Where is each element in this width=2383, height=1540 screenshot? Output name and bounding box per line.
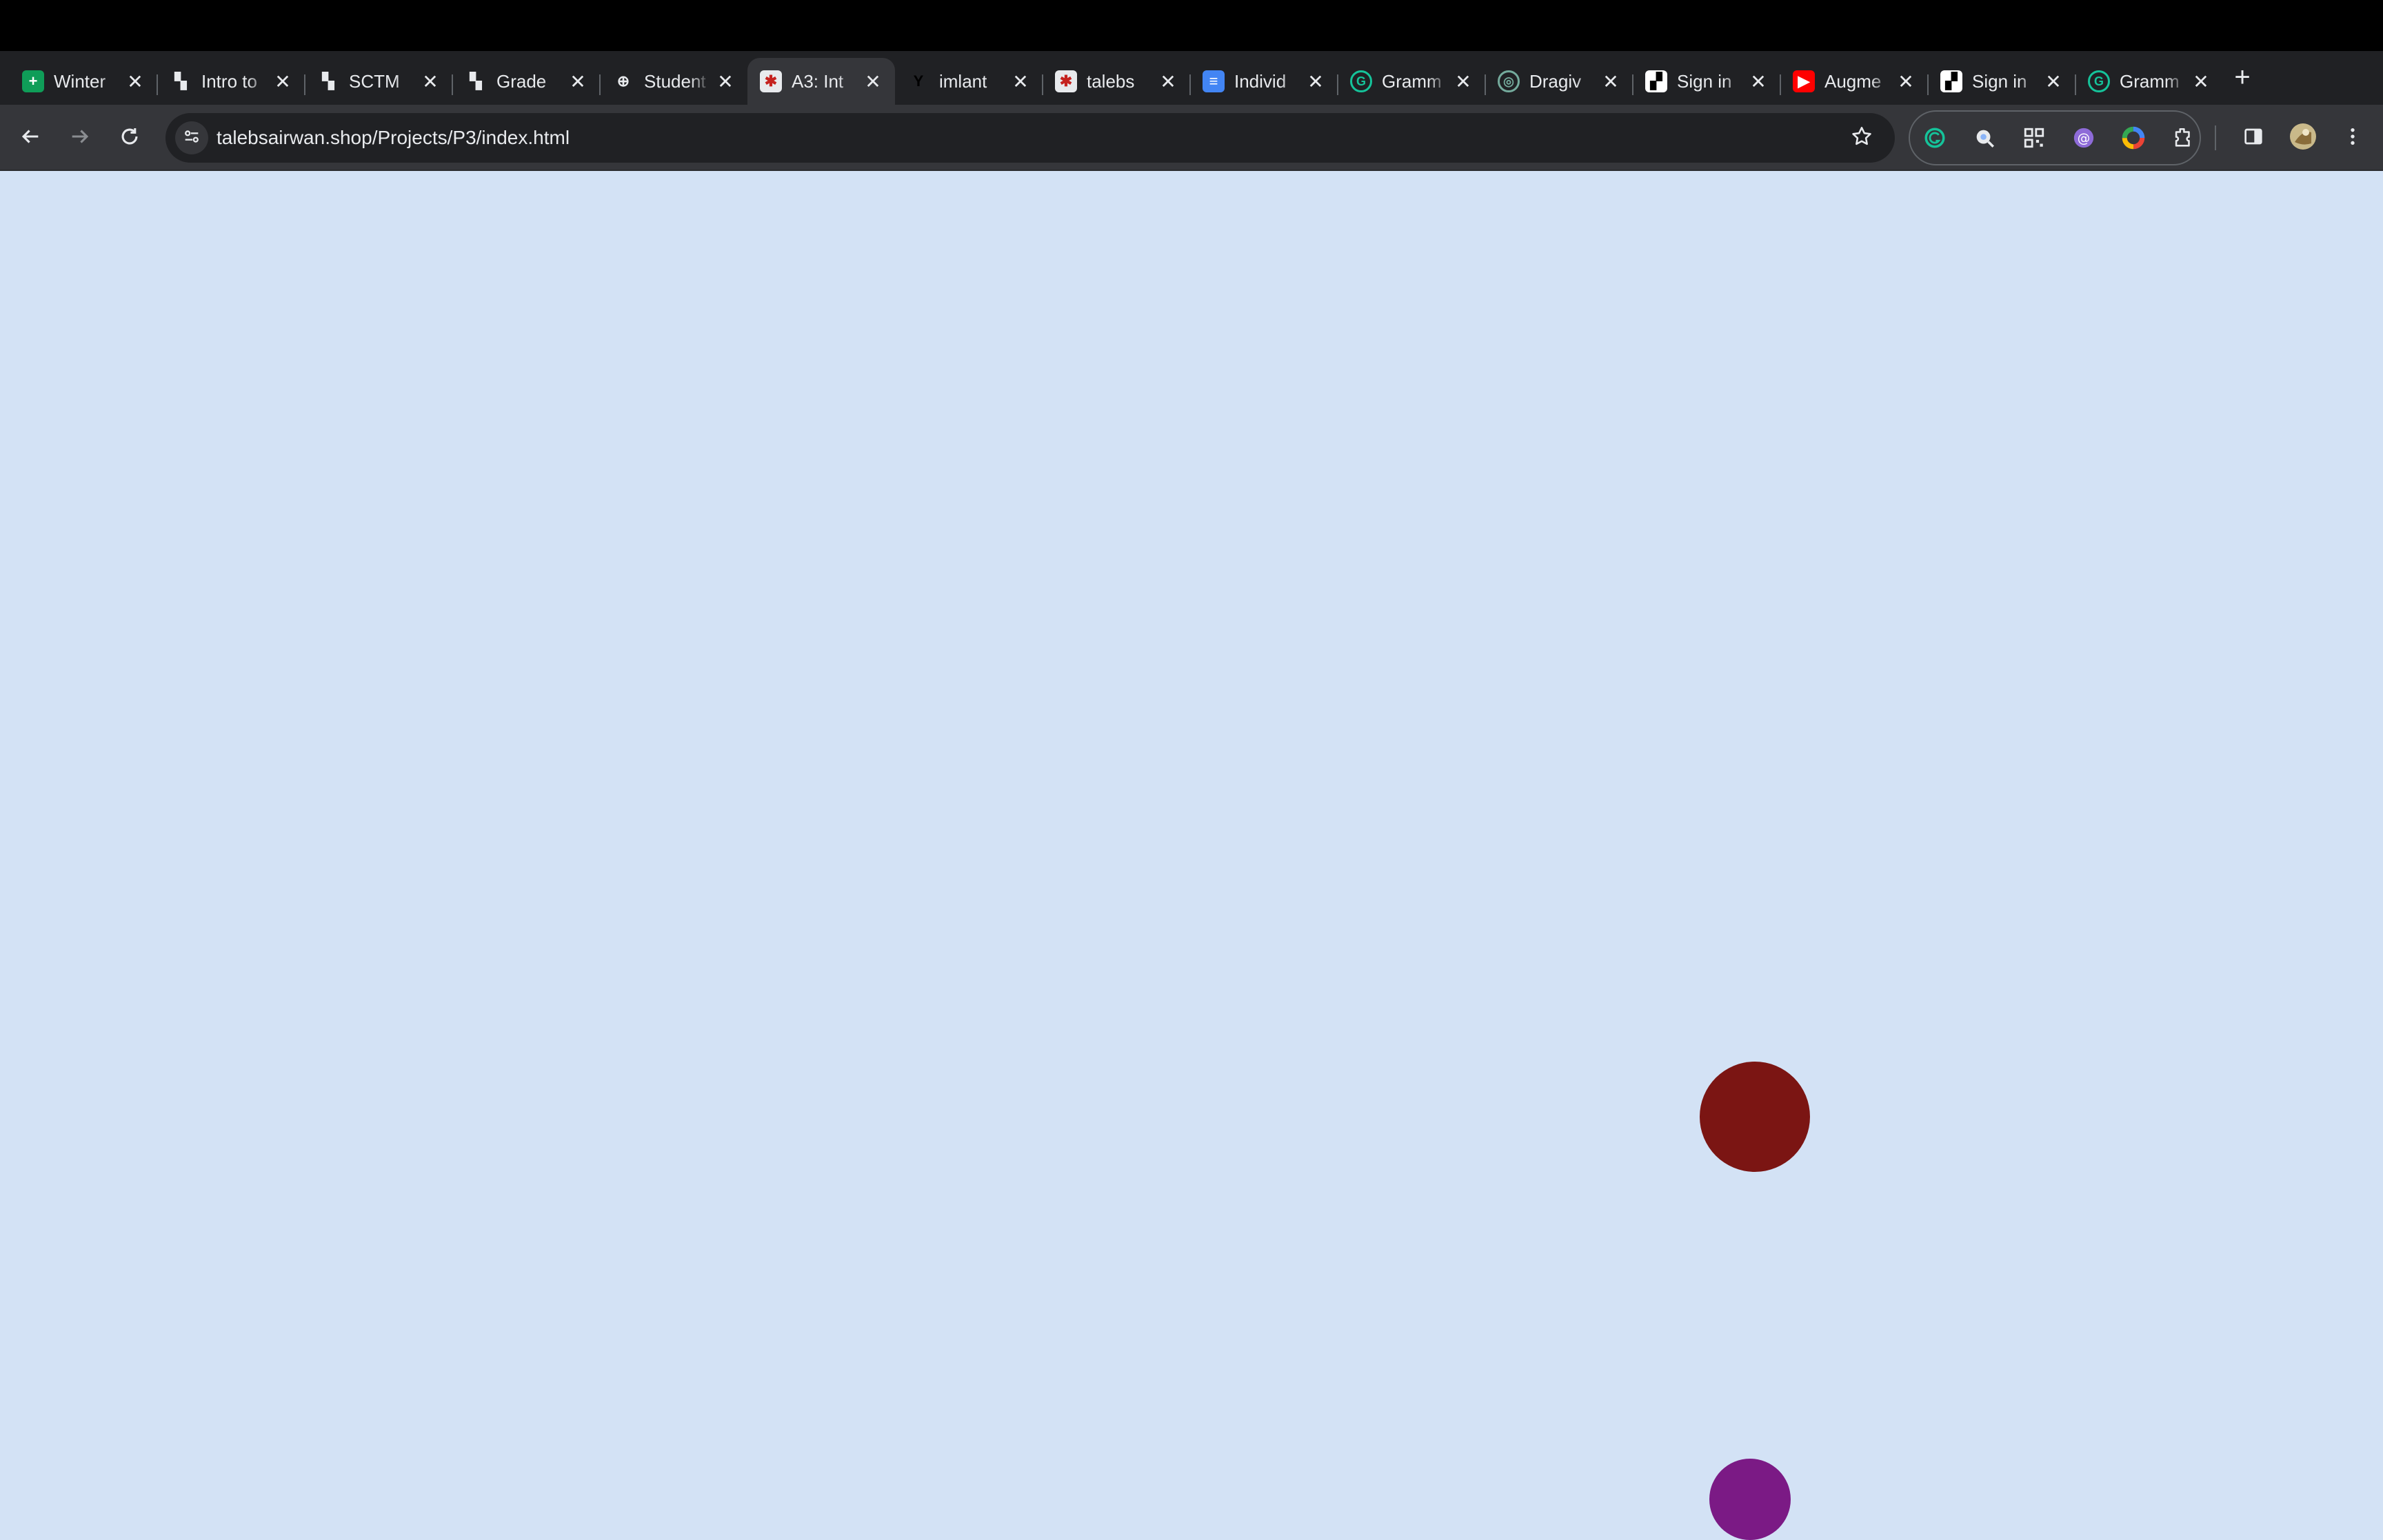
checker-icon: ▞ <box>1940 70 1962 92</box>
close-icon[interactable]: ✕ <box>1747 70 1769 92</box>
tab-title: A3: Int <box>792 70 844 92</box>
tab-3[interactable]: ▚ SCTM ✕ <box>305 58 452 105</box>
tab-title: Gramm <box>1382 70 1442 92</box>
tab-6[interactable]: ✱ A3: Int ✕ <box>747 58 895 105</box>
tab-title: Augme <box>1824 70 1882 92</box>
tab-title: SCTM <box>349 70 400 92</box>
close-icon[interactable]: ✕ <box>1157 70 1179 92</box>
tab-11[interactable]: ◎ Dragiv ✕ <box>1485 58 1633 105</box>
checker-icon: ▞ <box>1645 70 1667 92</box>
canvas-doc-icon: ▚ <box>322 72 334 90</box>
app-icon: ✱ <box>1055 70 1077 92</box>
app-icon: ✱ <box>760 70 782 92</box>
tab-13[interactable]: ▶ Augme ✕ <box>1780 58 1928 105</box>
dark-red-ball[interactable] <box>1700 1062 1810 1172</box>
canvas-doc-icon: ▚ <box>470 72 482 90</box>
tab-title: Gramm <box>2120 70 2180 92</box>
close-icon[interactable]: ✕ <box>1452 70 1474 92</box>
browser-toolbar: talebsairwan.shop/Projects/P3/index.html… <box>0 105 2383 171</box>
arrow-right-icon <box>68 125 92 152</box>
at-sign-extension-icon[interactable]: @ <box>2070 124 2098 152</box>
plus-icon: + <box>2234 62 2251 92</box>
google-docs-icon: ≡ <box>1203 70 1225 92</box>
tab-4[interactable]: ▚ Grade ✕ <box>452 58 600 105</box>
forward-button[interactable] <box>63 121 97 154</box>
close-icon[interactable]: ✕ <box>124 70 146 92</box>
window-top-bar <box>0 0 2383 51</box>
color-wheel-extension-icon[interactable] <box>2120 124 2147 152</box>
address-bar[interactable]: talebsairwan.shop/Projects/P3/index.html <box>165 113 1895 163</box>
tab-title: Intro to <box>201 70 257 92</box>
avatar <box>2289 123 2317 154</box>
globe-icon: ⊕ <box>616 72 630 90</box>
browser-menu-button[interactable] <box>2336 121 2369 154</box>
close-icon[interactable]: ✕ <box>2042 70 2064 92</box>
side-panel-icon <box>2242 125 2264 151</box>
close-icon[interactable]: ✕ <box>272 70 294 92</box>
chatgpt-icon: ◎ <box>1498 70 1520 92</box>
url-text[interactable]: talebsairwan.shop/Projects/P3/index.html <box>217 113 570 163</box>
close-icon[interactable]: ✕ <box>567 70 589 92</box>
close-icon[interactable]: ✕ <box>1895 70 1917 92</box>
tab-7[interactable]: Yimlant ✕ <box>895 58 1043 105</box>
lens-extension-icon[interactable] <box>1971 124 1998 152</box>
google-sheets-icon: + <box>22 70 44 92</box>
tab-9[interactable]: ≡ Individ ✕ <box>1190 58 1338 105</box>
grammarly-icon: G <box>1350 70 1372 92</box>
reload-button[interactable] <box>113 121 146 154</box>
profile-avatar-button[interactable] <box>2286 121 2320 154</box>
arrow-left-icon <box>19 125 42 152</box>
close-icon[interactable]: ✕ <box>2190 70 2212 92</box>
tab-title: Student <box>644 70 706 92</box>
new-tab-button[interactable]: + <box>2229 63 2256 91</box>
canvas-doc-icon: ▚ <box>174 72 187 90</box>
close-icon[interactable]: ✕ <box>1305 70 1327 92</box>
kebab-menu-icon <box>2342 125 2364 151</box>
svg-text:@: @ <box>2078 131 2090 145</box>
close-icon[interactable]: ✕ <box>862 70 884 92</box>
bookmark-star-button[interactable] <box>1845 121 1878 154</box>
tab-strip: + Winter ✕ ▚ Intro to ✕ ▚ SCTM ✕ ▚ Grade ✕ ⊕ Student ✕… <box>0 51 2383 146</box>
extensions-puzzle-icon[interactable] <box>2169 124 2197 152</box>
grammarly-extension-icon[interactable] <box>1921 124 1949 152</box>
tune-icon <box>182 127 201 150</box>
tab-title: talebs <box>1087 70 1135 92</box>
qr-code-extension-icon[interactable] <box>2020 124 2048 152</box>
site-info-button[interactable] <box>175 121 208 154</box>
grammarly-icon: G <box>2088 70 2110 92</box>
extensions-group: @ <box>1909 110 2201 165</box>
tab-title: Grade <box>496 70 547 92</box>
tab-8[interactable]: ✱ talebs ✕ <box>1043 58 1190 105</box>
toolbar-divider <box>2215 125 2216 150</box>
tab-title: imlant <box>939 70 987 92</box>
tab-14[interactable]: ▞ Sign in ✕ <box>1928 58 2075 105</box>
tab-title: Sign in <box>1972 70 2027 92</box>
tab-12[interactable]: ▞ Sign in ✕ <box>1633 58 1780 105</box>
page-canvas[interactable] <box>0 171 2383 1540</box>
tab-2[interactable]: ▚ Intro to ✕ <box>157 58 305 105</box>
side-panel-button[interactable] <box>2237 121 2270 154</box>
close-icon[interactable]: ✕ <box>419 70 441 92</box>
close-icon[interactable]: ✕ <box>714 70 736 92</box>
tab-15[interactable]: G Gramm ✕ <box>2075 58 2223 105</box>
star-icon <box>1850 125 1873 152</box>
close-icon[interactable]: ✕ <box>1009 70 1032 92</box>
tab-title: Sign in <box>1677 70 1732 92</box>
purple-ball[interactable] <box>1709 1459 1791 1540</box>
reload-icon <box>118 125 141 152</box>
tab-title: Winter <box>54 70 106 92</box>
tab-5[interactable]: ⊕ Student ✕ <box>600 58 747 105</box>
youtube-icon: ▶ <box>1793 70 1815 92</box>
close-icon[interactable]: ✕ <box>1600 70 1622 92</box>
y-icon: Y <box>913 72 924 90</box>
tab-title: Individ <box>1234 70 1287 92</box>
tab-1[interactable]: + Winter ✕ <box>10 58 157 105</box>
tab-10[interactable]: G Gramm ✕ <box>1338 58 1485 105</box>
tab-title: Dragiv <box>1529 70 1582 92</box>
back-button[interactable] <box>14 121 47 154</box>
